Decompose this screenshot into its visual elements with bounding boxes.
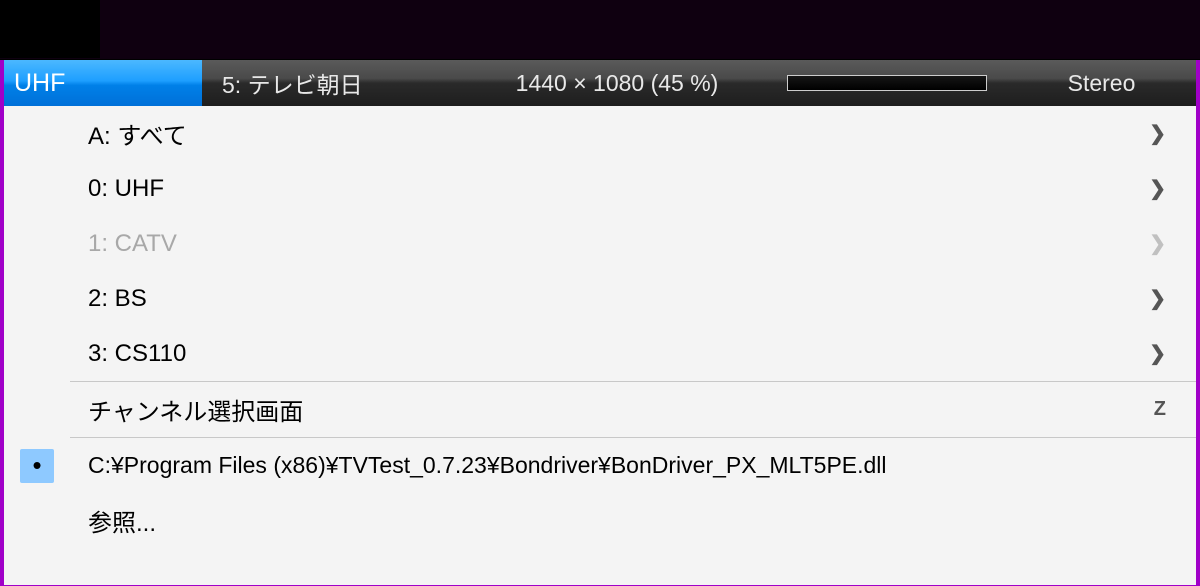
menu-item-label: 3: CS110 [70, 340, 1149, 368]
signal-meter [787, 75, 987, 91]
app-frame: UHF 5: テレビ朝日 1440 × 1080 (45 %) Stereo A… [0, 60, 1200, 586]
resolution-indicator: 1440 × 1080 (45 %) [467, 70, 767, 97]
chevron-right-icon: ❯ [1149, 286, 1166, 311]
menu-item-label: 1: CATV [70, 230, 1149, 258]
menu-item-all[interactable]: A: すべて ❯ [4, 106, 1196, 161]
channel-indicator[interactable]: 5: テレビ朝日 [202, 66, 467, 100]
menu-item-label: C:¥Program Files (x86)¥TVTest_0.7.23¥Bon… [70, 452, 1166, 479]
menu-item-label: 参照... [70, 503, 1166, 538]
menu-icon-col [4, 216, 70, 271]
titlebar-block [0, 0, 100, 58]
menu-icon-col [4, 271, 70, 326]
menu-item-bs[interactable]: 2: BS ❯ [4, 271, 1196, 326]
menu-icon-col [4, 326, 70, 381]
chevron-right-icon: ❯ [1149, 231, 1166, 256]
menu-item-label: A: すべて [70, 116, 1149, 151]
chevron-right-icon: ❯ [1149, 121, 1166, 146]
tuner-selector[interactable]: UHF [4, 60, 202, 106]
menu-item-browse[interactable]: 参照... [4, 493, 1196, 548]
radio-selected-icon: • [20, 449, 54, 483]
menu-icon-col [4, 106, 70, 161]
menu-item-catv: 1: CATV ❯ [4, 216, 1196, 271]
menu-item-cs110[interactable]: 3: CS110 ❯ [4, 326, 1196, 381]
menu-icon-col [4, 161, 70, 216]
chevron-right-icon: ❯ [1149, 176, 1166, 201]
menu-item-driver-path[interactable]: • C:¥Program Files (x86)¥TVTest_0.7.23¥B… [4, 438, 1196, 493]
menu-icon-col: • [4, 438, 70, 493]
menu-item-uhf[interactable]: 0: UHF ❯ [4, 161, 1196, 216]
status-bar: UHF 5: テレビ朝日 1440 × 1080 (45 %) Stereo [4, 60, 1196, 106]
shortcut-key: Z [1154, 398, 1166, 421]
menu-item-label: 2: BS [70, 285, 1149, 313]
chevron-right-icon: ❯ [1149, 341, 1166, 366]
audio-mode[interactable]: Stereo [1007, 70, 1196, 97]
signal-meter-wrap [767, 75, 1007, 91]
menu-item-label: チャンネル選択画面 [70, 392, 1154, 427]
menu-item-channel-select[interactable]: チャンネル選択画面 Z [4, 382, 1196, 437]
menu-icon-col [4, 493, 70, 548]
titlebar-area [0, 0, 1200, 60]
menu-icon-col [4, 382, 70, 437]
menu-item-label: 0: UHF [70, 175, 1149, 203]
tuner-dropdown-menu: A: すべて ❯ 0: UHF ❯ 1: CATV ❯ 2: BS ❯ 3: C… [4, 106, 1196, 585]
